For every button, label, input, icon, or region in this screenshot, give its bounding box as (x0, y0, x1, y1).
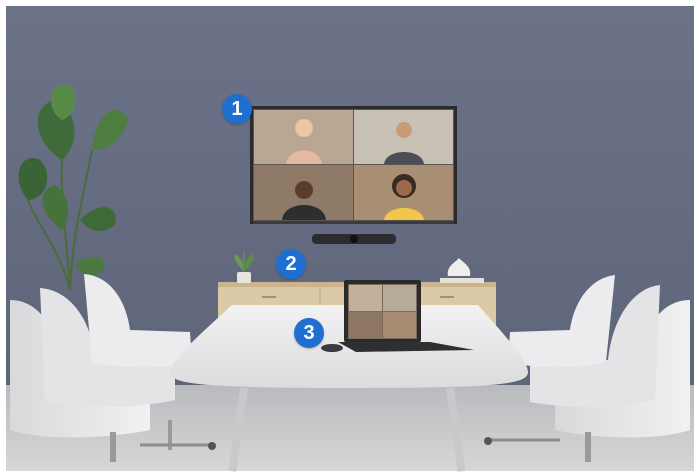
marker-badge-3: 3 (294, 318, 324, 348)
conference-room-photo: 1 2 3 (0, 0, 697, 475)
video-bar (312, 234, 396, 244)
books (440, 278, 484, 283)
marker-badge-2: 2 (276, 249, 306, 279)
table-puck (321, 344, 343, 352)
wall-display (250, 106, 457, 224)
marker-badge-1: 1 (222, 94, 252, 124)
room-illustration (6, 6, 694, 472)
